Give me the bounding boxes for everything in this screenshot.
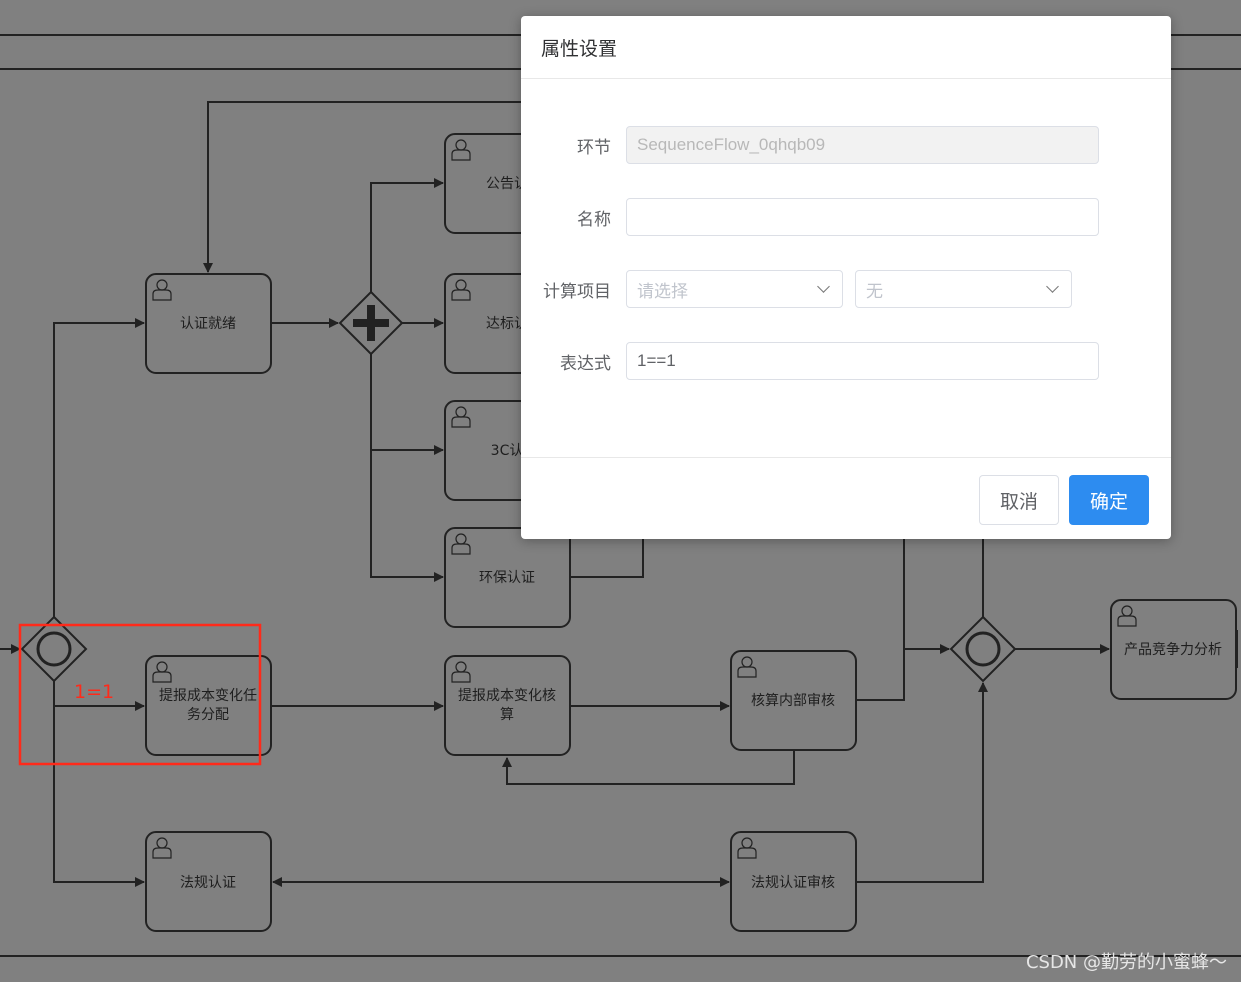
task-label: 算 xyxy=(500,707,514,723)
task-label: 提报成本变化核 xyxy=(458,688,556,704)
sequence-flow[interactable] xyxy=(53,318,145,617)
dialog-title: 属性设置 xyxy=(521,16,1171,79)
task-label: 3C认 xyxy=(491,443,524,459)
chevron-down-icon xyxy=(817,280,830,293)
task-label: 产品竞争力分析 xyxy=(1124,641,1222,658)
inclusive-gateway[interactable] xyxy=(949,615,1017,683)
task-label: 提报成本变化任 xyxy=(159,688,257,704)
chevron-down-icon xyxy=(1046,280,1059,293)
csdn-watermark: CSDN @勤劳的小蜜蜂～ xyxy=(1025,952,1227,973)
sequence-flow[interactable] xyxy=(856,539,905,701)
confirm-button[interactable]: 确定 xyxy=(1069,475,1149,525)
expression-input[interactable]: 1==1 xyxy=(626,342,1099,380)
name-label: 名称 xyxy=(577,209,611,230)
plus-icon xyxy=(353,305,389,341)
sequence-flow[interactable] xyxy=(53,706,145,887)
task-label: 认证就绪 xyxy=(180,316,236,332)
calc-item-select[interactable]: 请选择 xyxy=(626,270,843,308)
gateway-circle-icon xyxy=(965,631,1001,667)
node-label: 环节 xyxy=(577,137,611,158)
task-label: 核算内部审核 xyxy=(751,693,835,709)
sequence-flow[interactable] xyxy=(370,178,444,292)
cancel-button[interactable]: 取消 xyxy=(979,475,1059,525)
calc-label: 计算项目 xyxy=(543,281,611,302)
name-input[interactable] xyxy=(626,198,1099,236)
calc-second-value: 无 xyxy=(866,281,883,301)
gateway-circle-icon xyxy=(36,631,72,667)
sequence-flow[interactable] xyxy=(370,450,444,582)
exclusive-gateway[interactable] xyxy=(20,615,88,683)
sequence-flow[interactable] xyxy=(570,539,644,578)
calc-second-select[interactable]: 无 xyxy=(855,270,1072,308)
task-label: 法规认证审核 xyxy=(751,875,835,891)
calc-item-placeholder: 请选择 xyxy=(637,281,688,301)
task-label: 法规认证 xyxy=(180,875,236,891)
dialog-footer: 取消 确定 xyxy=(521,457,1171,540)
expr-label: 表达式 xyxy=(560,353,611,374)
sequence-flow[interactable] xyxy=(370,354,444,455)
node-input: SequenceFlow_0qhqb09 xyxy=(626,126,1099,164)
sequence-flow[interactable] xyxy=(856,682,988,883)
property-dialog: 属性设置 环节 SequenceFlow_0qhqb09 名称 计算项目 请选择… xyxy=(521,16,1171,539)
task-label: 环保认证 xyxy=(479,570,535,586)
sequence-flow[interactable] xyxy=(203,101,521,273)
task-label: 务分配 xyxy=(187,707,229,723)
flow-condition-label: 1=1 xyxy=(74,681,114,703)
